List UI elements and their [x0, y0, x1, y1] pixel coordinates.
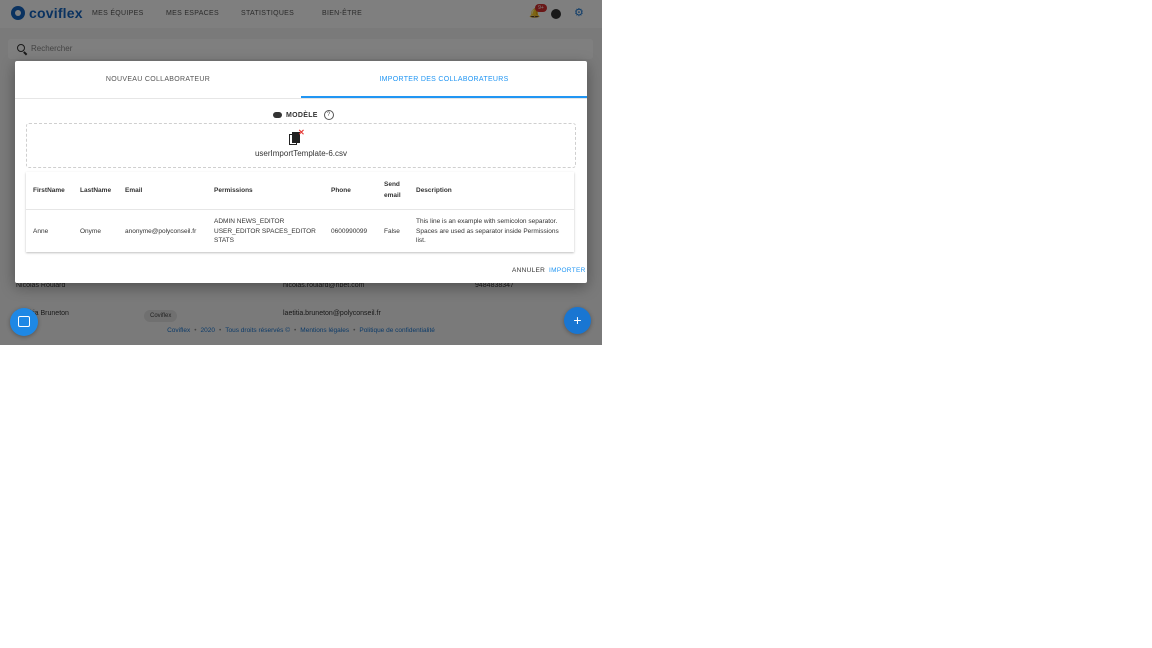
dialog-tabs: NOUVEAU COLLABORATEUR IMPORTER DES COLLA…: [15, 61, 587, 99]
th-phone: Phone: [331, 187, 351, 194]
preview-table: FirstName LastName Email Permissions Pho…: [26, 172, 574, 252]
active-tab-indicator: [301, 96, 587, 98]
th-email: Email: [125, 187, 143, 194]
file-drop-zone[interactable]: ✕ userImportTemplate-6.csv: [26, 123, 576, 168]
cell-firstname: Anne: [33, 228, 49, 235]
cell-phone: 0600990099: [331, 228, 368, 235]
th-send-email: Send email: [384, 181, 401, 199]
import-dialog: NOUVEAU COLLABORATEUR IMPORTER DES COLLA…: [15, 61, 587, 283]
chat-launcher-button[interactable]: [10, 308, 38, 336]
cell-email: anonyme@polyconseil.fr: [125, 228, 197, 235]
app-root: coviflex MES ÉQUIPES MES ESPACES STATIST…: [0, 0, 602, 345]
table-header: FirstName LastName Email Permissions Pho…: [26, 172, 574, 210]
cell-send-email: False: [384, 228, 400, 235]
model-label: MODÈLE: [286, 111, 318, 119]
tab-nouveau-collaborateur[interactable]: NOUVEAU COLLABORATEUR: [15, 61, 301, 98]
cell-description: This line is an example with semicolon s…: [416, 218, 559, 244]
th-lastname: LastName: [80, 187, 112, 194]
th-firstname: FirstName: [33, 187, 65, 194]
help-icon[interactable]: ?: [323, 110, 334, 120]
import-button[interactable]: IMPORTER: [549, 267, 586, 274]
model-download[interactable]: MODÈLE ?: [273, 110, 334, 120]
remove-file-icon[interactable]: ✕: [298, 129, 305, 137]
add-button[interactable]: +: [564, 307, 591, 334]
th-description: Description: [416, 187, 452, 194]
cell-permissions: ADMIN NEWS_EDITOR USER_EDITOR SPACES_EDI…: [214, 218, 316, 244]
dialog-actions: ANNULER IMPORTER: [15, 261, 587, 283]
cloud-download-icon: [273, 112, 282, 118]
tab-importer-collaborateurs[interactable]: IMPORTER DES COLLABORATEURS: [301, 61, 587, 98]
cancel-button[interactable]: ANNULER: [512, 267, 545, 274]
file-name: userImportTemplate-6.csv: [254, 149, 348, 158]
th-permissions: Permissions: [214, 187, 253, 194]
cell-lastname: Onyme: [80, 228, 101, 235]
